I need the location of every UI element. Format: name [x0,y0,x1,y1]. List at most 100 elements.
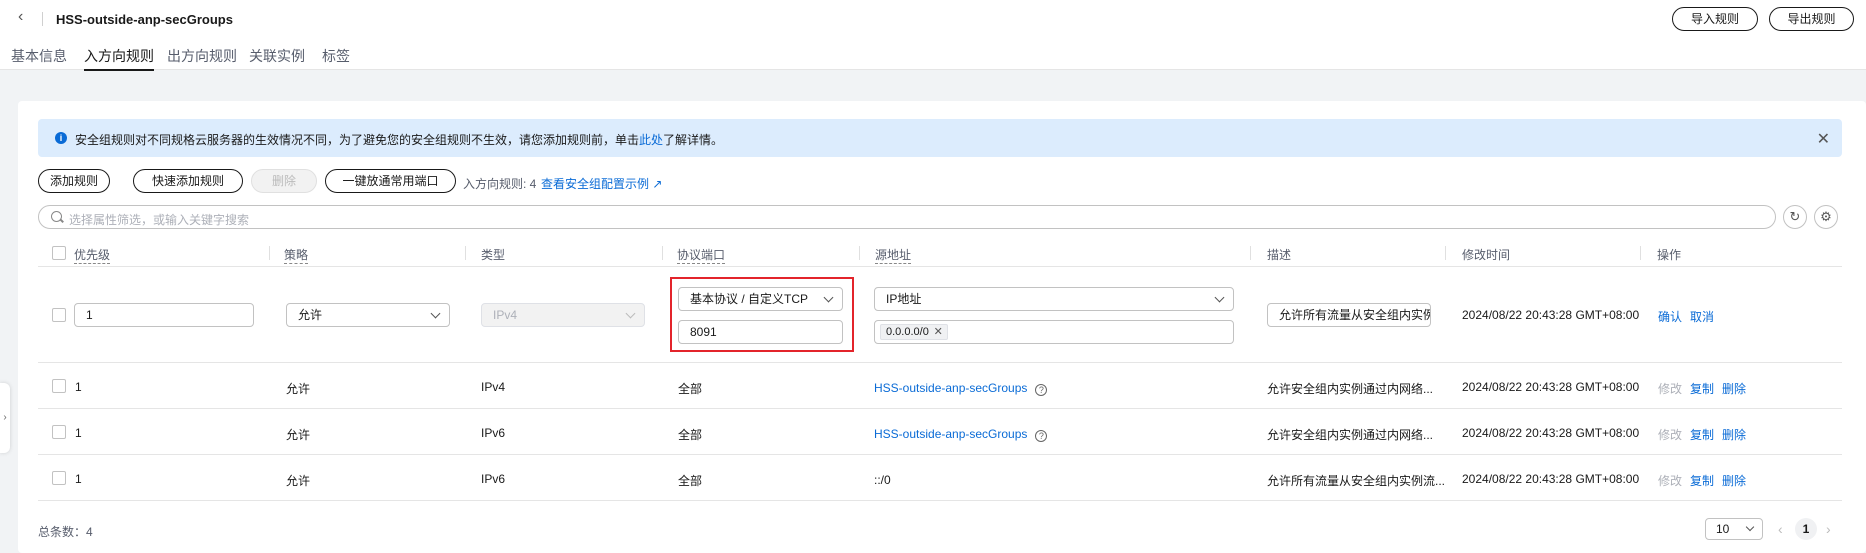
column-type: 类型 [481,248,506,262]
type-select: IPv4 [481,303,645,327]
priority-value: 1 [75,380,82,394]
column-divider [269,246,270,260]
view-example-link[interactable]: 查看安全组配置示例 ↗ [541,175,662,192]
open-common-ports-button[interactable]: 一键放通常用端口 [325,169,456,193]
source-value: ::/0 [874,473,891,487]
column-divider [465,246,466,260]
source-type-select[interactable]: IP地址 [874,287,1234,311]
source-value: HSS-outside-anp-secGroups? [874,381,1048,396]
column-divider [1250,246,1251,260]
type-value: IPv6 [481,426,506,440]
highlight-protocol-port [670,277,854,352]
tab-outbound-rules[interactable]: 出方向规则 [167,46,237,70]
source-value: HSS-outside-anp-secGroups? [874,427,1048,442]
delete-row-button[interactable]: 删除 [1722,472,1746,489]
source-security-group-link[interactable]: HSS-outside-anp-secGroups [874,427,1027,441]
description-input[interactable]: 允许所有流量从安全组内实例 [1267,303,1431,327]
priority-value: 1 [75,472,82,486]
header-divider [42,12,43,26]
external-link-icon: ↗ [652,177,663,191]
source-address-input[interactable]: 0.0.0.0/0 ✕ [874,320,1234,344]
select-all-checkbox[interactable] [52,246,66,260]
table-row-editing: 1 允许 IPv4 基本协议 / 自定义TCP 8091 IP地址 0.0.0.… [38,267,1842,363]
type-value: IPv6 [481,472,506,486]
tab-tags[interactable]: 标签 [322,46,350,70]
next-page-icon[interactable]: › [1826,521,1831,537]
priority-value: 1 [75,426,82,440]
help-icon[interactable]: ? [1035,384,1048,396]
column-policy: 策略 [284,248,309,264]
source-security-group-link[interactable]: HSS-outside-anp-secGroups [874,381,1027,395]
delete-row-button[interactable]: 删除 [1722,380,1746,397]
modify-button[interactable]: 修改 [1658,380,1682,397]
page-size-select[interactable]: 10 [1705,518,1763,540]
row-checkbox[interactable] [52,308,66,322]
copy-button[interactable]: 复制 [1690,472,1714,489]
column-divider [1640,246,1641,260]
port-value: 全部 [678,474,703,488]
info-notice: i 安全组规则对不同规格云服务器的生效情况不同，为了避免您的安全组规则不生效，请… [38,119,1842,157]
back-arrow-icon[interactable]: ‹ [18,9,32,25]
cancel-button[interactable]: 取消 [1690,308,1714,325]
tab-inbound-rules[interactable]: 入方向规则 [84,46,154,71]
row-checkbox[interactable] [52,425,66,439]
expand-sidebar-handle[interactable]: › [0,383,10,453]
port-value: 全部 [678,382,703,396]
import-rules-button[interactable]: 导入规则 [1672,7,1758,31]
table-row: 1 允许 IPv6 全部 ::/0 允许所有流量从安全组内实例流... 2024… [38,455,1842,501]
export-rules-button[interactable]: 导出规则 [1769,7,1854,31]
quick-add-rule-button[interactable]: 快速添加规则 [133,169,243,193]
inbound-rule-count: 入方向规则: 4 [463,177,537,191]
modify-button[interactable]: 修改 [1658,426,1682,443]
info-icon: i [55,132,67,144]
description-value: 允许安全组内实例通过内网络... [1267,382,1434,396]
add-rule-button[interactable]: 添加规则 [38,169,110,193]
policy-value: 允许 [286,382,311,396]
chevron-down-icon [1214,292,1225,303]
modified-time: 2024/08/22 20:43:28 GMT+08:00 [1462,472,1640,486]
chevron-down-icon [625,308,636,319]
close-icon[interactable]: ✕ [1817,129,1830,149]
policy-value: 允许 [286,428,311,442]
copy-button[interactable]: 复制 [1690,426,1714,443]
prev-page-icon[interactable]: ‹ [1778,521,1783,537]
search-input[interactable]: 选择属性筛选，或输入关键字搜索 [38,205,1776,229]
policy-value: 允许 [286,474,311,488]
column-divider [1445,246,1446,260]
table-row: 1 允许 IPv4 全部 HSS-outside-anp-secGroups? … [38,363,1842,409]
delete-button[interactable]: 删除 [251,169,317,193]
confirm-button[interactable]: 确认 [1658,308,1682,325]
remove-tag-icon[interactable]: ✕ [934,325,943,339]
refresh-icon[interactable]: ↻ [1783,205,1807,229]
row-checkbox[interactable] [52,379,66,393]
modified-time: 2024/08/22 20:43:28 GMT+08:00 [1462,308,1640,322]
settings-icon[interactable]: ⚙ [1814,205,1838,229]
copy-button[interactable]: 复制 [1690,380,1714,397]
help-icon[interactable]: ? [1035,430,1048,442]
notice-link[interactable]: 此处 [639,133,663,147]
notice-text: 安全组规则对不同规格云服务器的生效情况不同，为了避免您的安全组规则不生效，请您添… [75,133,724,147]
total-count: 总条数：4 [38,525,93,539]
column-actions: 操作 [1657,248,1682,262]
search-icon [51,211,62,222]
page-number[interactable]: 1 [1795,518,1817,540]
tab-basic-info[interactable]: 基本信息 [11,46,67,70]
modify-button[interactable]: 修改 [1658,472,1682,489]
description-value: 允许安全组内实例通过内网络... [1267,428,1434,442]
column-priority: 优先级 [74,248,111,264]
row-checkbox[interactable] [52,471,66,485]
description-value: 允许所有流量从安全组内实例流... [1267,474,1446,488]
column-modified-time: 修改时间 [1462,248,1511,262]
column-description: 描述 [1267,248,1292,262]
tab-associated-instances[interactable]: 关联实例 [249,46,305,70]
column-divider [662,246,663,260]
delete-row-button[interactable]: 删除 [1722,426,1746,443]
policy-select[interactable]: 允许 [286,303,450,327]
type-value: IPv4 [481,380,506,394]
table-row: 1 允许 IPv6 全部 HSS-outside-anp-secGroups? … [38,409,1842,455]
source-address-tag: 0.0.0.0/0 ✕ [880,324,948,340]
table-header: 优先级 策略 类型 协议端口 源地址 描述 修改时间 操作 [38,241,1842,267]
priority-input[interactable]: 1 [74,303,254,327]
column-divider [859,246,860,260]
page-header: ‹ HSS-outside-anp-secGroups 导入规则 导出规则 基本… [0,0,1866,71]
